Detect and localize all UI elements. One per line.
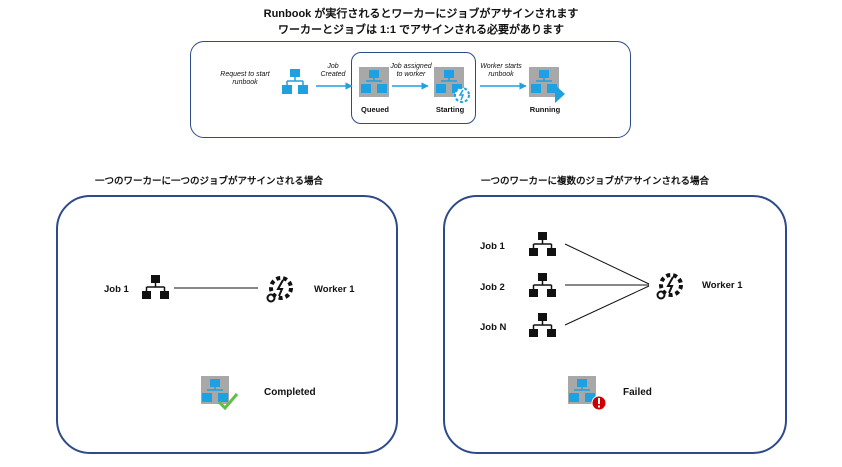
starting-job-icon <box>434 67 470 103</box>
job-assigned-label: Job assigned to worker <box>390 63 432 78</box>
running-label: Running <box>529 105 561 114</box>
job-created-label: Job Created <box>320 63 346 78</box>
runbook-hierarchy-icon <box>282 69 308 94</box>
job-2-hierarchy-icon <box>529 273 556 297</box>
right-job-1-label: Job 1 <box>480 241 505 252</box>
queued-job-icon <box>359 67 389 97</box>
completed-job-icon <box>201 376 239 411</box>
completed-label: Completed <box>264 387 316 398</box>
worker-gear-icon <box>656 273 683 300</box>
failed-label: Failed <box>623 387 652 398</box>
header-line-1: Runbook が実行されるとワーカーにジョブがアサインされます <box>263 8 579 20</box>
job-hierarchy-icon <box>142 275 169 299</box>
right-job-n-label: Job N <box>480 322 507 333</box>
header-line-2: ワーカーとジョブは 1:1 でアサインされる必要があります <box>277 24 564 36</box>
failed-job-icon <box>568 376 607 411</box>
worker-gear-icon <box>266 276 293 303</box>
flow-diagram <box>282 67 565 103</box>
running-job-icon <box>529 67 565 103</box>
request-label: Request to start runbook <box>220 71 270 86</box>
job-1-hierarchy-icon <box>529 232 556 256</box>
left-panel-title: 一つのワーカーに一つのジョブがアサインされる場合 <box>95 176 324 187</box>
right-job-2-label: Job 2 <box>480 282 505 293</box>
right-panel-title: 一つのワーカーに複数のジョブがアサインされる場合 <box>481 176 710 187</box>
job-n-hierarchy-icon <box>529 313 556 337</box>
right-worker-label: Worker 1 <box>702 280 743 291</box>
starting-label: Starting <box>435 105 465 114</box>
queued-label: Queued <box>361 105 389 114</box>
left-worker-label: Worker 1 <box>314 284 355 295</box>
left-panel-diagram <box>142 275 293 411</box>
left-job-label: Job 1 <box>104 284 129 295</box>
worker-starts-label: Worker starts runbook <box>480 63 522 78</box>
